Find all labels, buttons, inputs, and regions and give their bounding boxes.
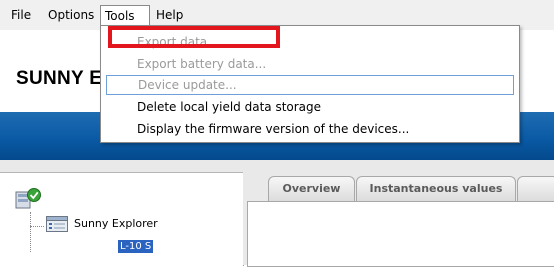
tab-content <box>247 201 554 267</box>
menu-item-export-battery-data[interactable]: Export battery data... <box>106 54 514 74</box>
tree-connector <box>30 226 44 227</box>
menu-item-firmware-version[interactable]: Display the firmware version of the devi… <box>106 119 514 139</box>
tab-next[interactable] <box>517 176 554 201</box>
menu-file[interactable]: File <box>7 6 35 24</box>
highlight-annotation <box>108 26 280 48</box>
tree-connector <box>30 212 31 252</box>
tab-instantaneous-values[interactable]: Instantaneous values <box>356 176 516 201</box>
app-title: SUNNY E <box>16 68 103 89</box>
toolbar-strip <box>0 160 554 172</box>
tree-item-sunny-explorer[interactable]: Sunny Explorer <box>74 217 158 230</box>
menu-item-delete-yield-data[interactable]: Delete local yield data storage <box>106 97 514 117</box>
tab-overview[interactable]: Overview <box>268 176 355 201</box>
menu-item-device-update[interactable]: Device update... <box>106 75 514 95</box>
menu-options[interactable]: Options <box>44 6 98 24</box>
menu-help[interactable]: Help <box>152 6 187 24</box>
plant-icon[interactable] <box>13 186 43 212</box>
device-group-icon[interactable] <box>46 216 68 232</box>
menu-tools[interactable]: Tools <box>100 5 150 26</box>
tree-item-selected-device[interactable]: L-10 S <box>118 240 154 253</box>
